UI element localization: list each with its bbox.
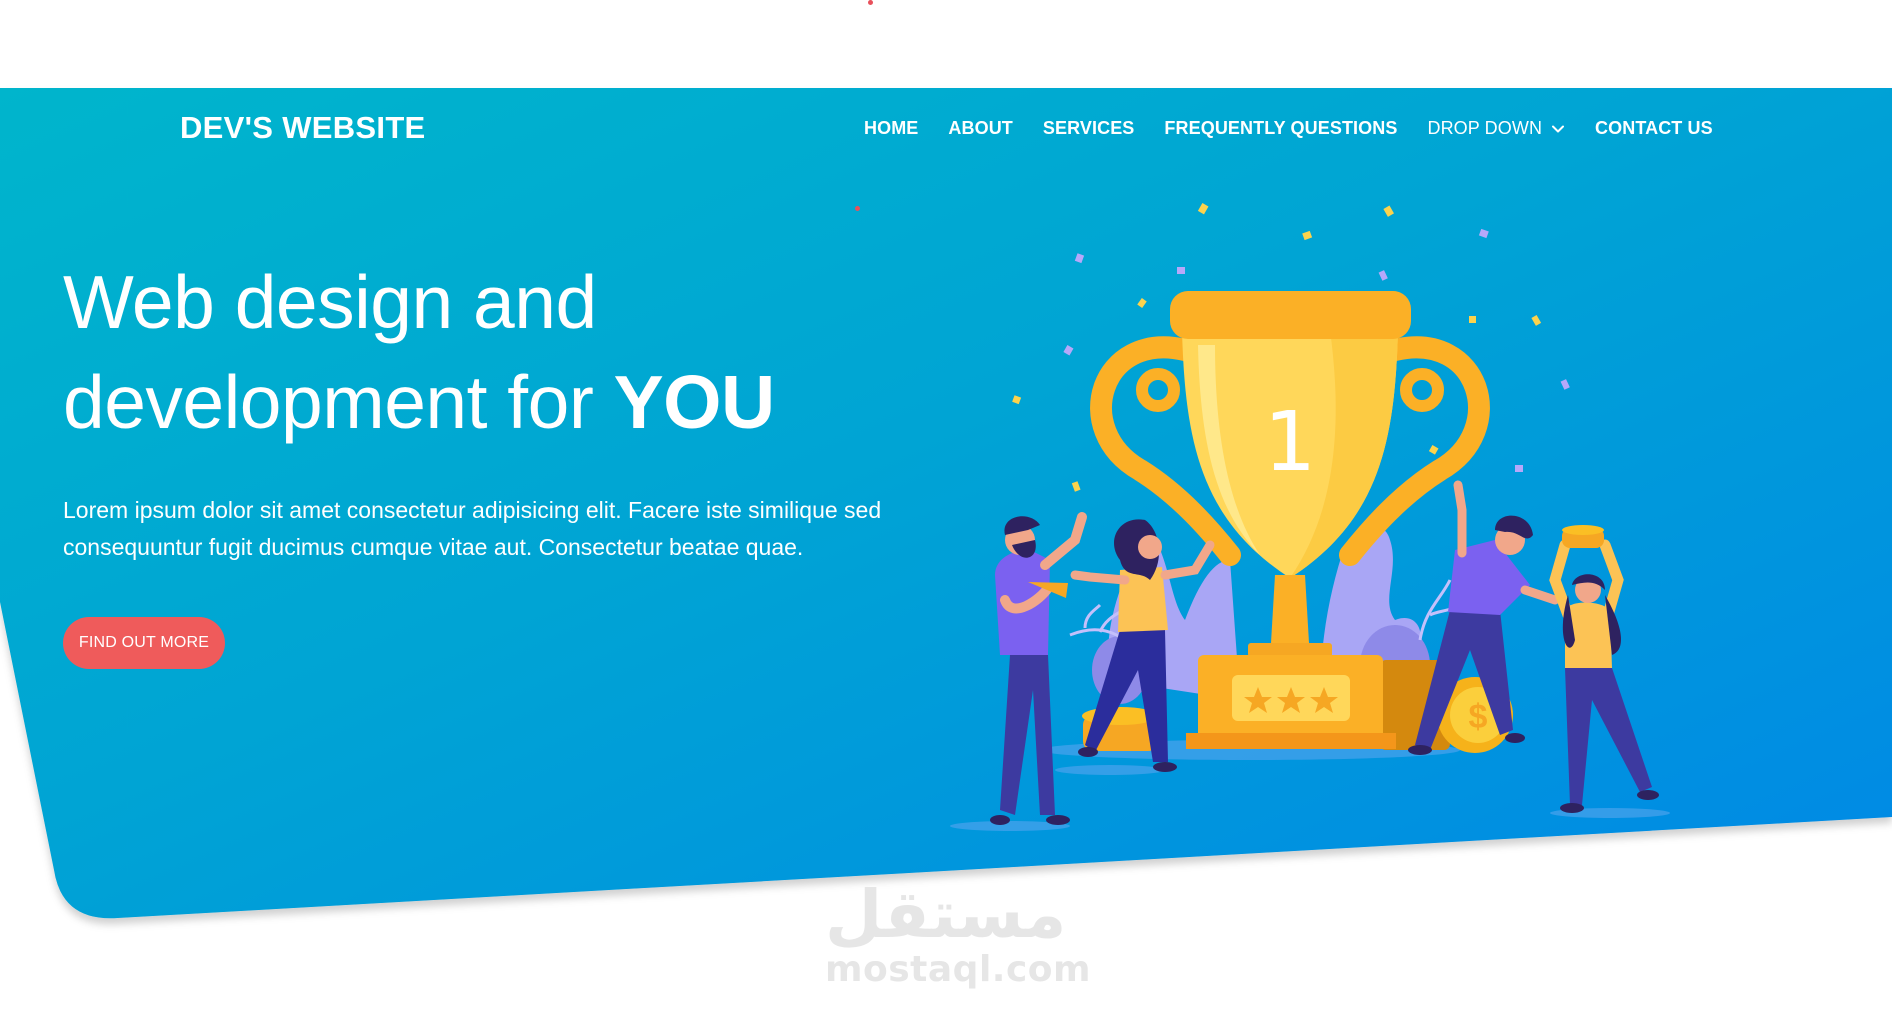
brand-logo[interactable]: DEV'S WEBSITE xyxy=(180,110,426,146)
hero-title-emphasis: YOU xyxy=(613,360,776,444)
nav-links: HOME ABOUT SERVICES FREQUENTLY QUESTIONS… xyxy=(864,118,1743,139)
nav-contact[interactable]: CONTACT US xyxy=(1595,118,1713,139)
watermark: مستقل mostaql.com xyxy=(825,876,1092,990)
hero-title-line2: development for xyxy=(63,360,614,444)
find-out-more-button[interactable]: FIND OUT MORE xyxy=(63,617,225,669)
chevron-down-icon xyxy=(1552,125,1565,132)
decorative-dot xyxy=(855,206,860,211)
nav-home[interactable]: HOME xyxy=(864,118,918,139)
nav-dropdown-label: DROP DOWN xyxy=(1427,118,1543,138)
person-woman-right xyxy=(1549,525,1659,813)
navbar: DEV'S WEBSITE HOME ABOUT SERVICES FREQUE… xyxy=(0,88,1892,172)
person-man-left xyxy=(990,512,1087,825)
nav-dropdown[interactable]: DROP DOWN xyxy=(1427,118,1565,139)
watermark-latin: mostaql.com xyxy=(825,949,1092,990)
hero-title: Web design and development for YOU xyxy=(63,252,775,452)
nav-services[interactable]: SERVICES xyxy=(1043,118,1135,139)
watermark-arabic: مستقل xyxy=(825,876,1067,953)
hero-description: Lorem ipsum dolor sit amet consectetur a… xyxy=(63,497,882,560)
trophy-number: 1 xyxy=(1264,395,1316,490)
nav-about[interactable]: ABOUT xyxy=(948,118,1013,139)
hero-title-line1: Web design and xyxy=(63,260,597,344)
trophy-celebration-illustration: $ 1 xyxy=(950,203,1670,831)
svg-text:$: $ xyxy=(1469,698,1488,736)
nav-faq[interactable]: FREQUENTLY QUESTIONS xyxy=(1164,118,1397,139)
